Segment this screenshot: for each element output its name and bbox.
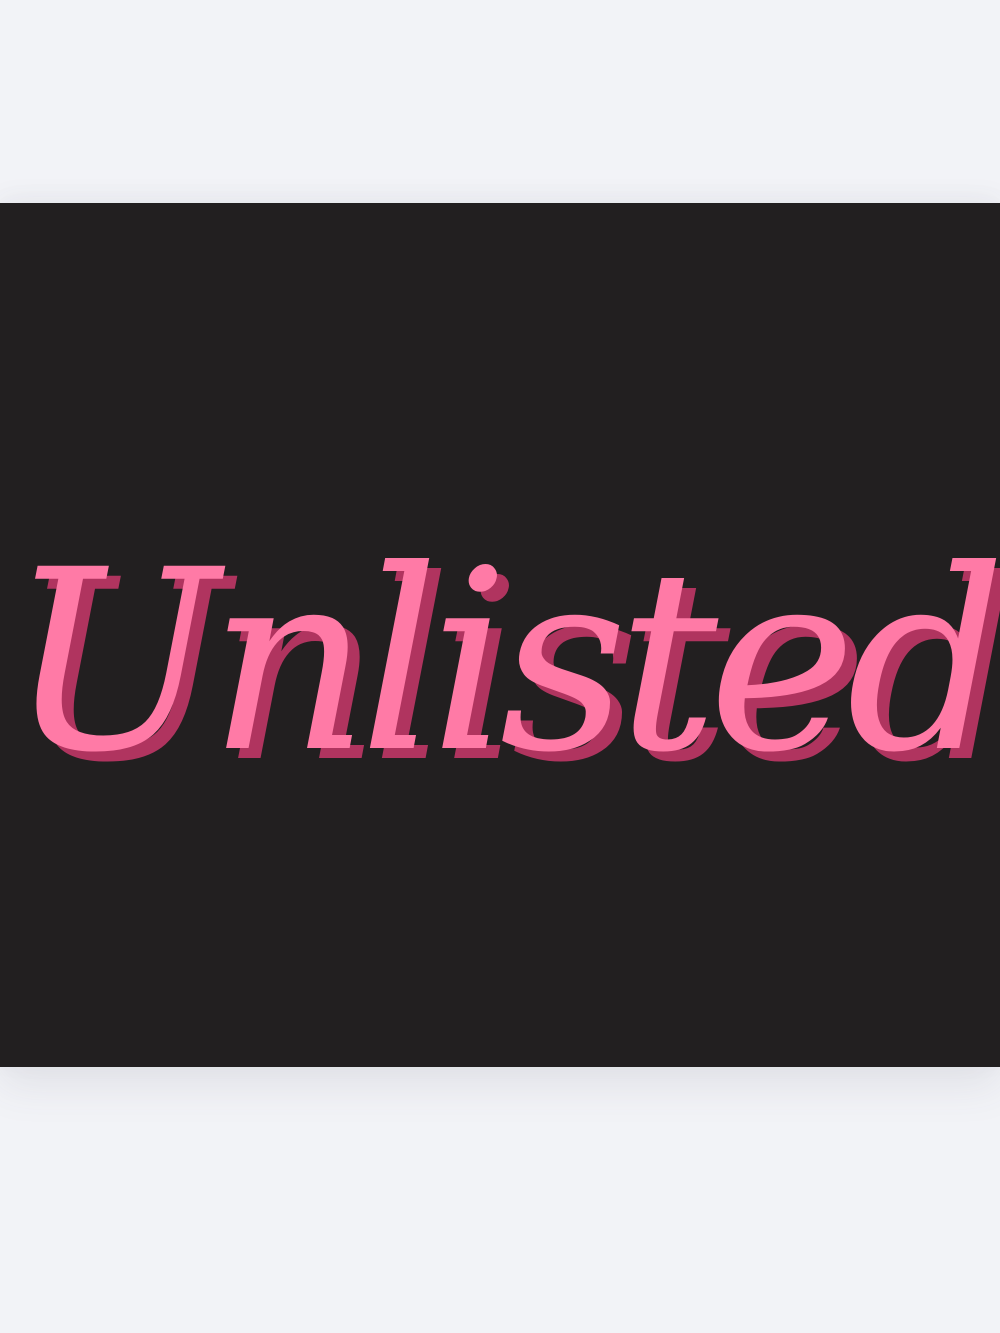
logo-card: Unlisted Unlisted xyxy=(0,203,1000,1067)
unlisted-wordmark-logo: Unlisted Unlisted xyxy=(8,516,1000,817)
page: Unlisted Unlisted xyxy=(0,0,1000,1333)
wordmark-text: Unlisted xyxy=(8,516,997,807)
